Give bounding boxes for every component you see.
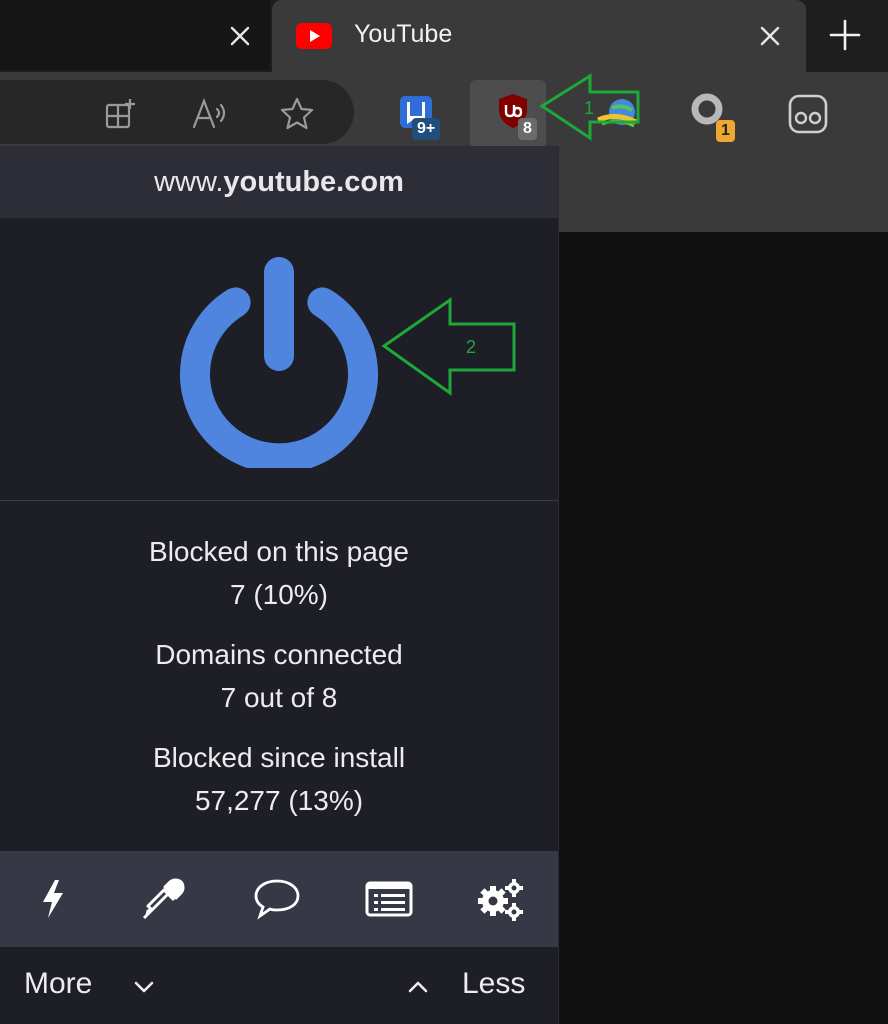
annotation-label-2: 2	[466, 337, 476, 357]
more-button[interactable]: More	[24, 967, 92, 1001]
power-button[interactable]	[176, 252, 382, 474]
ublock-origin-icon[interactable]: 8	[470, 80, 546, 148]
stat-value-blocked-page: 7 (10%)	[229, 579, 329, 610]
tab-inactive[interactable]	[0, 0, 270, 70]
popup-hostname: www. youtube.com	[0, 146, 558, 218]
tab-title: YouTube	[354, 20, 453, 48]
ring-extension-icon[interactable]: 1	[678, 80, 754, 148]
stat-label-blocked-install: Blocked since install	[152, 742, 406, 773]
tools-bar	[0, 851, 558, 947]
close-icon[interactable]	[224, 18, 256, 54]
tab-strip: YouTube	[0, 0, 888, 74]
close-icon[interactable]	[752, 18, 788, 54]
stat-value-domains: 7 out of 8	[220, 682, 338, 713]
popup-footer: More Less	[0, 947, 558, 1024]
extension-badge: 1	[716, 120, 735, 142]
extension-badge: 9+	[412, 118, 441, 140]
settings-gears-icon[interactable]	[474, 875, 526, 923]
eyedropper-icon[interactable]	[138, 875, 190, 923]
stat-value-blocked-install: 57,277 (13%)	[194, 785, 364, 816]
chevron-up-icon[interactable]	[404, 973, 432, 1001]
browser-toolbar: 9+ 8 1	[0, 72, 888, 152]
annotation-arrow-2: 2	[381, 297, 516, 396]
bookmark-extension-icon[interactable]: 9+	[382, 80, 458, 148]
annotation-arrow-1: 1	[540, 73, 640, 141]
page-content-top	[558, 152, 888, 232]
stat-label-domains: Domains connected	[155, 639, 403, 670]
plus-icon[interactable]	[818, 8, 872, 62]
hostname-domain: youtube.com	[223, 165, 404, 198]
lightning-icon[interactable]	[27, 875, 79, 923]
logger-list-icon[interactable]	[363, 875, 415, 923]
speech-bubble-icon[interactable]	[251, 875, 303, 923]
ublock-popup: www. youtube.com Blocked on this page 7 (…	[0, 146, 559, 1024]
tab-youtube[interactable]: YouTube	[272, 0, 806, 74]
stat-label-blocked-page: Blocked on this page	[149, 536, 409, 567]
add-tab-grid-icon[interactable]	[100, 94, 140, 134]
extension-badge: 8	[518, 118, 537, 140]
page-content	[558, 232, 888, 1024]
favorite-star-icon[interactable]	[276, 94, 318, 134]
annotation-label-1: 1	[584, 98, 594, 118]
glasses-extension-icon[interactable]	[770, 80, 846, 148]
hostname-prefix: www.	[154, 165, 224, 198]
read-aloud-icon[interactable]	[188, 94, 232, 134]
divider	[0, 500, 558, 501]
chevron-down-icon[interactable]	[130, 973, 158, 1001]
youtube-icon	[296, 23, 332, 49]
less-button[interactable]: Less	[462, 967, 525, 1001]
